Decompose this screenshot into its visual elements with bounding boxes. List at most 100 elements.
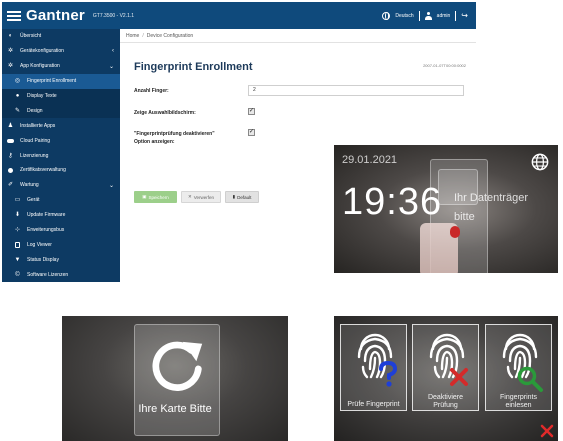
- sidebar-item-label: Lizenzierung: [20, 152, 49, 159]
- logout-icon[interactable]: ↪: [461, 11, 468, 20]
- prompt-message: Ihr Datenträger bitte: [454, 189, 554, 227]
- magnifier-icon: [517, 366, 543, 392]
- sidebar-item-label: Erweiterungsbus: [27, 227, 65, 234]
- sidebar-item-cloud-pairing[interactable]: Cloud Pairing: [2, 133, 120, 148]
- save-button-label: Speichern: [148, 194, 169, 200]
- sidebar-item-geraet[interactable]: ▭ Gerät: [2, 193, 120, 208]
- sidebar-item-label: Wartung: [20, 182, 39, 189]
- sidebar-item-lizenzierung[interactable]: ⚷ Lizenzierung: [2, 148, 120, 163]
- disable-check-checkbox[interactable]: ✓: [248, 129, 255, 136]
- sidebar-item-log-viewer[interactable]: Log Viewer: [2, 237, 120, 252]
- brush-icon: ✎: [14, 107, 21, 114]
- breadcrumb-current: Device Configuration: [146, 32, 194, 39]
- breadcrumb: Home / Device Configuration: [120, 29, 476, 43]
- sidebar-item-design[interactable]: ✎ Design: [2, 103, 120, 119]
- sidebar-item-label: Design: [27, 107, 43, 114]
- sidebar-item-label: Status Display: [27, 256, 59, 263]
- copyright-icon: ©: [15, 271, 20, 278]
- file-icon: [15, 241, 20, 248]
- discard-button[interactable]: ✕ Verwerfen: [181, 191, 221, 203]
- sidebar-item-label: Installierte Apps: [20, 122, 56, 129]
- terminal-card-screen: Ihre Karte Bitte: [62, 316, 288, 441]
- device-id: 2007-01-07T00:00:0002: [423, 63, 466, 68]
- sidebar-item-installierte-apps[interactable]: ♟ Installierte Apps: [2, 118, 120, 133]
- prompt-message-line1: Ihr Datenträger: [454, 192, 528, 204]
- globe-icon[interactable]: [382, 11, 391, 20]
- display-icon: ●: [15, 93, 20, 99]
- tile-label-disable-line2: Prüfung: [433, 402, 458, 409]
- close-icon[interactable]: [540, 424, 554, 438]
- verify-fingerprint-tile[interactable]: Prüfe Fingerprint: [340, 324, 407, 411]
- sidebar-item-label: Log Viewer: [27, 241, 52, 248]
- monitor-icon: ▭: [14, 197, 21, 204]
- download-icon: ⬇: [14, 212, 21, 219]
- gear-icon: ✲: [7, 48, 14, 55]
- enroll-fingerprints-tile[interactable]: Fingerprints einlesen: [485, 324, 552, 411]
- disable-check-label-line2: Option anzeigen:: [134, 139, 175, 145]
- language-selector[interactable]: Deutsch: [395, 13, 413, 19]
- sidebar-item-label: Gerät: [27, 197, 40, 204]
- show-selection-label: Zeige Auswahlbildschirm:: [134, 110, 196, 116]
- divider: [455, 10, 457, 21]
- date-display: 29.01.2021: [342, 154, 398, 166]
- chevron-down-icon: ⌄: [108, 63, 114, 70]
- sidebar-item-label: Gerätekonfiguration: [20, 48, 64, 55]
- card-prompt-message: Ihre Karte Bitte: [138, 403, 212, 415]
- page-title: Fingerprint Enrollment: [134, 61, 253, 73]
- dashboard-icon: ◐: [8, 33, 13, 40]
- key-icon: ⚷: [8, 152, 13, 159]
- sidebar-item-software-lizenzen[interactable]: © Software Lizenzen: [2, 267, 120, 282]
- brand-logo: Gantner: [26, 7, 85, 24]
- tile-label-verify: Prüfe Fingerprint: [347, 401, 400, 408]
- breadcrumb-home[interactable]: Home: [126, 33, 139, 39]
- default-button-label: Default: [237, 194, 252, 200]
- fingerprint-icon: ◎: [14, 78, 21, 85]
- tile-label-enroll-line1: Fingerprints: [500, 394, 537, 401]
- terminal-fingerprint-screen: Prüfe Fingerprint Deaktiviere Prüfung Fi…: [334, 316, 558, 441]
- sidebar-item-geraetekonfiguration[interactable]: ✲ Gerätekonfiguration ‹: [2, 44, 120, 59]
- top-navbar: Gantner GT7.3500 - V2.1.1 Deutsch admin …: [2, 2, 476, 29]
- divider: [418, 10, 420, 21]
- sidebar-item-wartung[interactable]: ✐ Wartung ⌄: [2, 178, 120, 193]
- user-icon[interactable]: [424, 11, 432, 20]
- sidebar-item-status-display[interactable]: ▼ Status Display: [2, 252, 120, 267]
- apps-icon: ♟: [7, 122, 14, 129]
- breadcrumb-separator: /: [142, 32, 144, 39]
- terminal-clock-screen: 29.01.2021 19:36 Ihr Datenträger bitte: [334, 145, 558, 273]
- sidebar-item-app-konfiguration[interactable]: ✲ App Konfiguration ⌄: [2, 59, 120, 74]
- disable-check-label-line1: "Fingerprintprüfung deaktivieren": [134, 131, 215, 137]
- trash-icon: ▮: [232, 194, 236, 199]
- time-display: 19:36: [342, 181, 443, 223]
- save-icon: ▣: [142, 194, 147, 199]
- sidebar-item-update-firmware[interactable]: ⬇ Update Firmware: [2, 208, 120, 223]
- gears-icon: ✲: [7, 63, 14, 70]
- show-selection-checkbox[interactable]: ✓: [248, 108, 255, 115]
- chevron-left-icon: ‹: [112, 48, 114, 55]
- sidebar-item-label: App Konfiguration: [20, 63, 60, 70]
- user-menu[interactable]: admin: [437, 13, 451, 19]
- sidebar-item-fingerprint-enrollment[interactable]: ◎ Fingerprint Enrollment: [2, 73, 120, 89]
- sidebar-item-display-texte[interactable]: ● Display Texte: [2, 88, 120, 104]
- disable-check-tile[interactable]: Deaktiviere Prüfung: [412, 324, 479, 411]
- save-button[interactable]: ▣ Speichern: [134, 191, 177, 203]
- prompt-message-line2: bitte: [454, 211, 475, 223]
- close-icon: ✕: [187, 194, 192, 199]
- default-button[interactable]: ▮ Default: [225, 191, 259, 203]
- tile-label-disable-line1: Deaktiviere: [427, 394, 463, 401]
- hamburger-menu-icon[interactable]: [7, 10, 21, 21]
- sidebar-item-zertifikatsverwaltung[interactable]: Zertifikatsverwaltung: [2, 163, 120, 178]
- sidebar-item-erweiterungsbus[interactable]: ⊹ Erweiterungsbus: [2, 223, 120, 238]
- sidebar-item-label: Zertifikatsverwaltung: [20, 167, 66, 174]
- finger-count-input[interactable]: 2: [248, 85, 464, 96]
- sidebar-item-label: Update Firmware: [27, 212, 66, 219]
- sidebar-item-uebersicht[interactable]: ◐ Übersicht: [2, 29, 120, 44]
- funnel-icon: ▼: [14, 256, 21, 263]
- tile-label-enroll-line2: einlesen: [505, 402, 532, 409]
- discard-button-label: Verwerfen: [193, 194, 215, 200]
- finger-count-label: Anzahl Finger:: [134, 88, 169, 94]
- globe-icon[interactable]: [531, 153, 549, 171]
- cloud-icon: [7, 138, 14, 143]
- sidebar-item-label: Cloud Pairing: [20, 137, 51, 144]
- sidebar: ◐ Übersicht ✲ Gerätekonfiguration ‹ ✲ Ap…: [2, 29, 120, 282]
- sidebar-item-label: Übersicht: [20, 33, 42, 40]
